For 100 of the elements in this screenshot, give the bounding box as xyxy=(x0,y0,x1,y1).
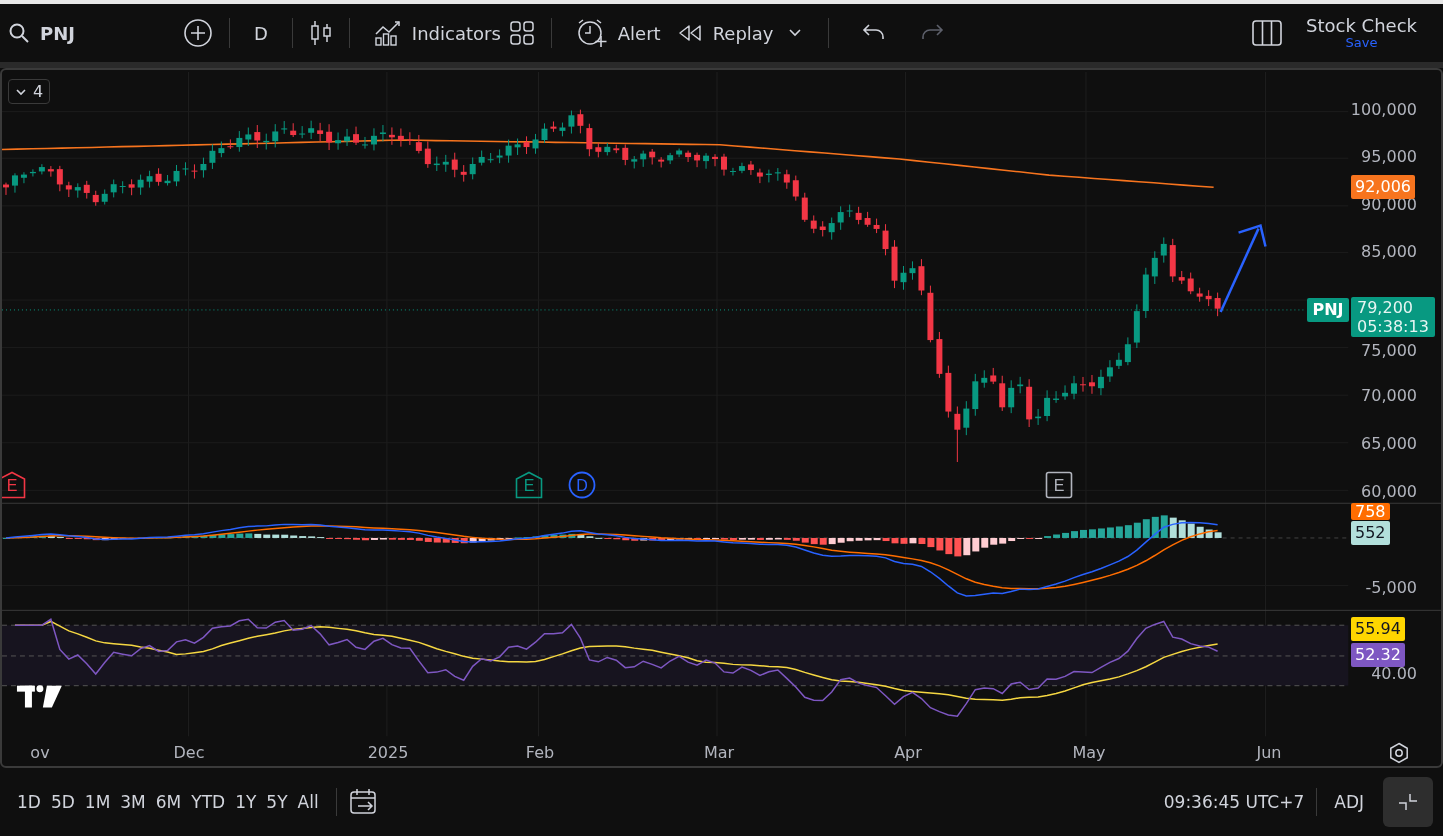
price-axis-label: 65,000 xyxy=(1360,433,1417,455)
candlestick xyxy=(83,180,90,200)
fullscreen-button[interactable] xyxy=(1383,777,1433,827)
range-button[interactable]: 5Y xyxy=(261,788,293,816)
grid-icon[interactable] xyxy=(508,20,535,46)
candlestick xyxy=(730,167,736,176)
candlestick xyxy=(146,170,153,189)
rsi-value-tag: 52.32 xyxy=(1351,643,1405,667)
candlestick xyxy=(703,152,710,170)
range-button[interactable]: 5D xyxy=(45,788,80,816)
candlestick xyxy=(1160,236,1167,264)
candlestick xyxy=(1214,292,1221,317)
range-button[interactable]: All xyxy=(292,788,324,816)
price-axis-label: 100,000 xyxy=(1349,99,1417,121)
candlestick xyxy=(47,165,54,178)
range-button[interactable]: 3M xyxy=(115,788,151,816)
range-button[interactable]: 1D xyxy=(12,788,46,816)
rsi-average-tag: 55.94 xyxy=(1351,617,1405,641)
range-button[interactable]: 6M xyxy=(150,788,187,816)
replay-button[interactable]: Replay xyxy=(668,18,782,48)
candlestick xyxy=(586,123,593,157)
candlestick xyxy=(523,135,530,155)
candlestick xyxy=(370,127,377,151)
collapse-indicators-button[interactable]: 4 xyxy=(8,79,51,104)
layout-name[interactable]: Stock Check xyxy=(1306,16,1417,36)
candlestick xyxy=(3,182,9,196)
candlestick xyxy=(1097,369,1104,396)
candlestick xyxy=(379,124,386,142)
candlestick xyxy=(541,122,548,144)
candlestick-icon[interactable] xyxy=(308,19,333,47)
range-button[interactable]: 1Y xyxy=(230,788,262,816)
date-axis-label: Apr xyxy=(893,742,923,764)
candlestick xyxy=(846,204,853,218)
candlestick xyxy=(864,211,871,228)
clock-text: 09:36:45 UTC+7 xyxy=(1163,792,1305,812)
candlestick xyxy=(209,143,216,170)
settings-icon[interactable] xyxy=(1388,742,1410,764)
candlestick xyxy=(119,180,126,194)
candlestick xyxy=(1017,376,1024,394)
candlestick xyxy=(981,369,988,389)
calendar-icon[interactable] xyxy=(348,788,379,816)
candlestick xyxy=(353,126,359,146)
candlestick xyxy=(1071,375,1077,400)
candlestick xyxy=(1205,289,1212,307)
candlestick xyxy=(694,152,701,168)
earnings-marker[interactable]: E xyxy=(515,471,543,499)
date-axis-label: Mar xyxy=(702,742,736,764)
candlestick xyxy=(317,122,324,142)
symbol-search-button[interactable]: PNJ xyxy=(8,18,83,48)
candlestick xyxy=(819,220,826,237)
candlestick xyxy=(218,141,225,158)
earnings-marker[interactable]: E xyxy=(1045,471,1073,499)
candlestick xyxy=(227,138,234,150)
interval-button[interactable]: D xyxy=(245,18,276,48)
candlestick xyxy=(1080,376,1086,393)
candlestick xyxy=(335,131,342,151)
adjust-button[interactable]: ADJ xyxy=(1329,788,1369,816)
candlestick xyxy=(29,168,36,177)
candlestick xyxy=(954,406,961,463)
candlestick xyxy=(344,128,351,147)
price-axis-label: 95,000 xyxy=(1360,146,1417,168)
candlestick xyxy=(685,150,692,163)
candlestick xyxy=(442,154,449,173)
save-link[interactable]: Save xyxy=(1345,36,1378,50)
price-axis-label: 70,000 xyxy=(1360,385,1417,407)
indicators-button[interactable]: Indicators xyxy=(365,16,509,50)
candlestick xyxy=(110,179,117,198)
chevron-down-icon[interactable] xyxy=(787,28,802,38)
candlestick xyxy=(56,165,63,192)
candlestick xyxy=(550,120,557,133)
candlestick xyxy=(263,133,270,150)
dividend-marker[interactable]: D xyxy=(568,471,596,499)
macd-signal-tag: 758 xyxy=(1351,503,1390,520)
price-axis-label: 85,000 xyxy=(1360,241,1417,263)
candlestick xyxy=(451,152,458,178)
candlestick xyxy=(721,153,727,177)
range-button[interactable]: YTD xyxy=(186,788,231,816)
candlestick xyxy=(487,152,494,164)
candlestick xyxy=(568,110,575,135)
candlestick xyxy=(1196,287,1203,303)
alert-button[interactable]: Alert xyxy=(567,14,669,52)
earnings-marker[interactable]: E xyxy=(2,471,26,499)
candlestick xyxy=(649,148,656,165)
candlestick xyxy=(945,365,952,419)
candlestick xyxy=(11,172,18,194)
candlestick xyxy=(191,163,198,180)
candlestick xyxy=(478,150,485,166)
date-axis-label: 2025 xyxy=(366,742,410,764)
candlestick xyxy=(774,167,781,182)
candlestick xyxy=(990,367,997,385)
date-axis-label: Dec xyxy=(172,742,206,764)
columns-layout-icon[interactable] xyxy=(1252,20,1283,46)
candlestick xyxy=(173,164,180,187)
candlestick xyxy=(496,148,503,164)
candlestick xyxy=(128,178,135,196)
candlestick xyxy=(891,239,898,289)
candlestick xyxy=(936,331,943,379)
candlestick xyxy=(1133,303,1140,349)
plus-circle-icon[interactable] xyxy=(182,18,213,48)
range-button[interactable]: 1M xyxy=(79,788,116,816)
